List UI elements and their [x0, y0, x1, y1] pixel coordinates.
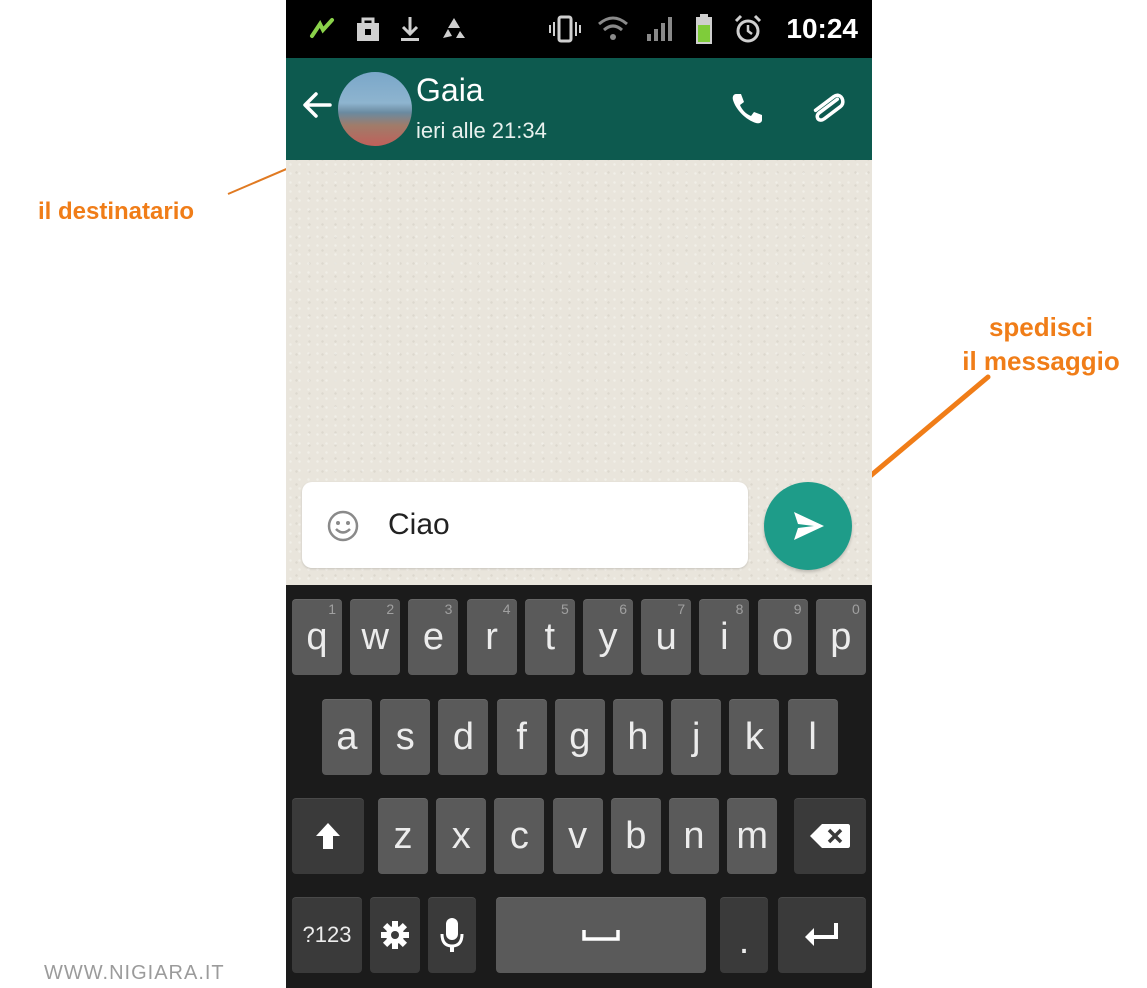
key-number-hint: 3 — [444, 601, 453, 617]
key-number-hint: 8 — [735, 601, 744, 617]
key-number-hint: 9 — [793, 601, 802, 617]
send-pointer-line — [853, 374, 991, 491]
gear-icon — [381, 921, 409, 949]
enter-key[interactable] — [778, 897, 866, 973]
symbols-key[interactable]: ?123 — [292, 897, 362, 973]
period-key[interactable]: . — [720, 897, 768, 973]
backspace-icon — [810, 824, 850, 848]
key-d[interactable]: d — [438, 699, 489, 775]
key-y[interactable]: 6y — [583, 599, 633, 675]
key-label: i — [720, 615, 729, 658]
key-k[interactable]: k — [729, 699, 780, 775]
key-label: r — [485, 615, 498, 658]
contact-avatar[interactable] — [338, 72, 412, 146]
key-t[interactable]: 5t — [524, 599, 575, 675]
phone-screen: 10:24 Gaia ieri alle 21:34 1q2w3e4r5t6y7… — [286, 0, 872, 988]
alarm-clock-icon — [732, 10, 764, 48]
shopping-bag-icon — [354, 10, 382, 48]
phone-call-icon[interactable] — [728, 88, 768, 132]
wifi-icon — [596, 10, 630, 48]
contact-name[interactable]: Gaia — [416, 72, 484, 109]
backspace-key[interactable] — [794, 798, 866, 874]
annotation-send-line2: il messaggio — [962, 346, 1120, 376]
key-number-hint: 4 — [502, 601, 511, 617]
signal-activity-icon — [308, 10, 338, 48]
key-z[interactable]: z — [378, 798, 428, 874]
key-number-hint: 6 — [619, 601, 627, 617]
key-s[interactable]: s — [380, 699, 431, 775]
key-q[interactable]: 1q — [292, 599, 342, 675]
message-input[interactable] — [388, 500, 728, 550]
watermark: WWW.NIGIARA.IT — [44, 962, 225, 984]
message-input-box[interactable] — [302, 482, 748, 568]
recycle-icon — [438, 10, 470, 48]
key-label: w — [361, 615, 389, 658]
vibrate-icon — [548, 10, 582, 48]
key-a[interactable]: a — [322, 699, 372, 775]
key-number-hint: 1 — [328, 601, 336, 617]
key-i[interactable]: 8i — [699, 599, 750, 675]
shift-key[interactable] — [292, 798, 364, 874]
annotation-recipient: il destinatario — [38, 198, 195, 225]
key-label: q — [306, 615, 328, 658]
status-bar: 10:24 — [286, 0, 872, 58]
key-b[interactable]: b — [610, 798, 661, 874]
key-g[interactable]: g — [554, 699, 605, 775]
download-icon — [398, 10, 422, 48]
key-f[interactable]: f — [496, 699, 547, 775]
key-p[interactable]: 0p — [815, 599, 866, 675]
microphone-key[interactable] — [428, 897, 476, 973]
key-r[interactable]: 4r — [466, 599, 517, 675]
key-number-hint: 2 — [386, 601, 395, 617]
key-h[interactable]: h — [613, 699, 663, 775]
send-icon — [794, 512, 824, 540]
status-time: 10:24 — [786, 13, 858, 44]
send-button[interactable] — [764, 482, 852, 570]
key-label: e — [422, 615, 444, 658]
key-u[interactable]: 7u — [641, 599, 692, 675]
last-seen-status: ieri alle 21:34 — [416, 118, 547, 143]
chat-area — [286, 160, 872, 585]
key-l[interactable]: l — [787, 699, 838, 775]
paperclip-attach-icon[interactable] — [806, 86, 850, 134]
microphone-icon — [440, 918, 464, 952]
settings-key[interactable] — [370, 897, 420, 973]
annotation-send-line1: spedisci — [988, 312, 1094, 342]
key-label: t — [544, 615, 556, 658]
shift-arrow-icon — [316, 823, 340, 849]
space-key[interactable] — [496, 897, 706, 973]
key-x[interactable]: x — [436, 798, 487, 874]
key-m[interactable]: m — [727, 798, 778, 874]
key-o[interactable]: 9o — [757, 599, 808, 675]
key-label: y — [598, 615, 618, 658]
key-number-hint: 5 — [561, 601, 569, 617]
key-c[interactable]: c — [494, 798, 545, 874]
key-label: o — [772, 615, 794, 658]
key-j[interactable]: j — [671, 699, 722, 775]
key-n[interactable]: n — [669, 798, 719, 874]
battery-icon — [694, 10, 714, 48]
enter-arrow-icon — [805, 923, 838, 946]
key-v[interactable]: v — [552, 798, 603, 874]
space-bar-icon — [582, 930, 620, 941]
emoji-icon[interactable] — [326, 509, 360, 547]
key-number-hint: 7 — [677, 601, 686, 617]
back-arrow-icon[interactable] — [300, 88, 334, 126]
annotation-send-message: spedisci il messaggio — [936, 310, 1146, 378]
chat-header: Gaia ieri alle 21:34 — [286, 58, 872, 160]
key-label: u — [655, 615, 677, 658]
cell-signal-icon — [644, 10, 674, 48]
key-number-hint: 0 — [852, 601, 860, 617]
key-label: p — [830, 615, 852, 658]
soft-keyboard: 1q2w3e4r5t6y7u8i9o0p asdfghjkl zxcvbnm ?… — [286, 585, 872, 988]
key-e[interactable]: 3e — [408, 599, 459, 675]
key-w[interactable]: 2w — [350, 599, 401, 675]
